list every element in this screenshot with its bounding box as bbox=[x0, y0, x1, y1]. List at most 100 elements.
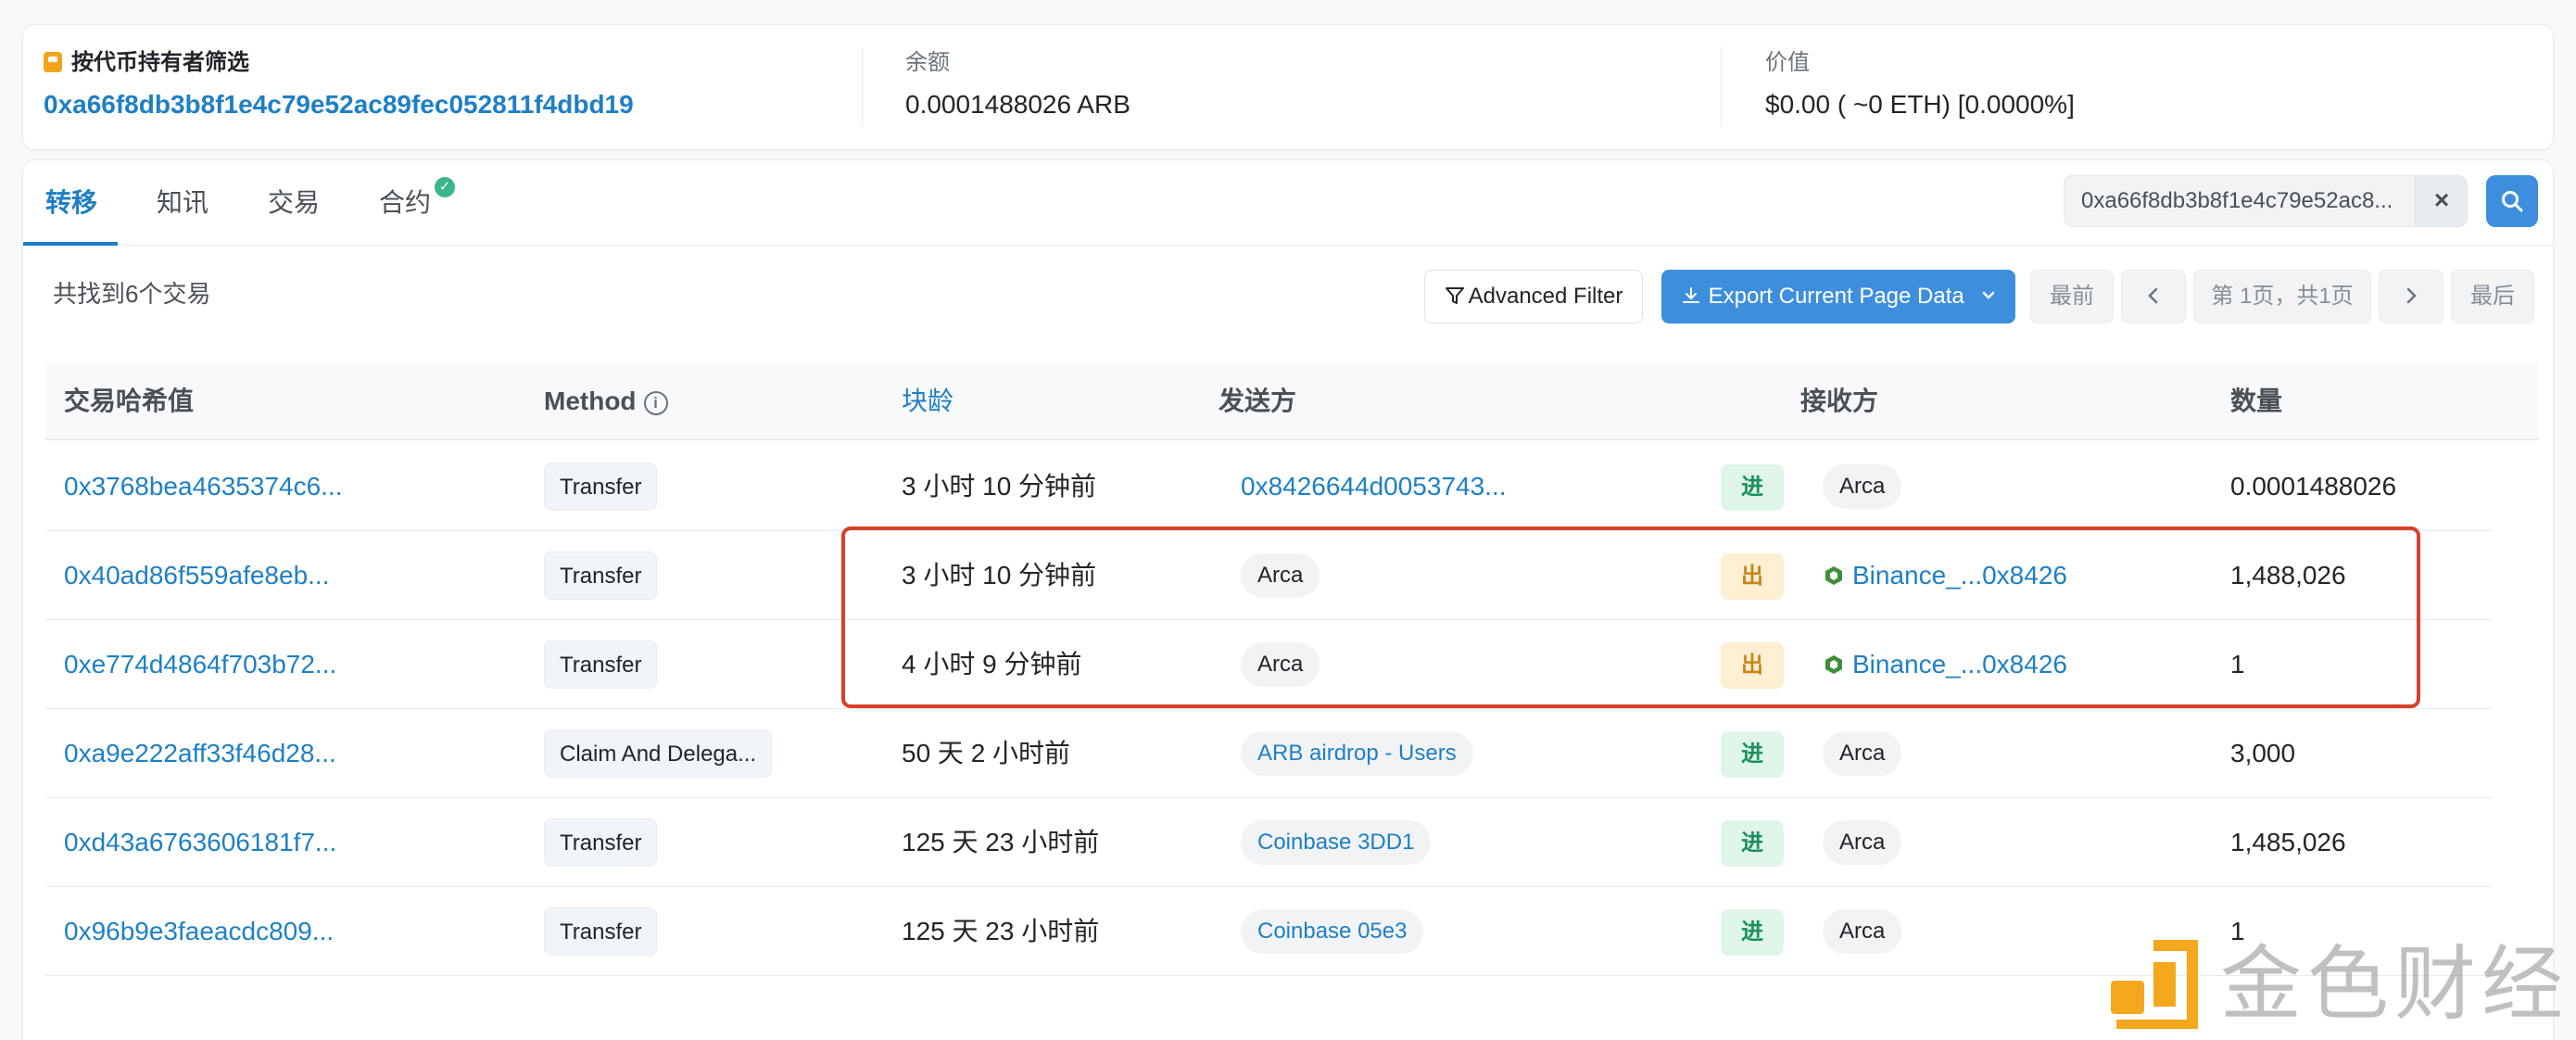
col-method: Method i bbox=[544, 385, 668, 418]
table-row: 0xe774d4864f703b72... Transfer 4 小时 9 分钟前 A… bbox=[45, 620, 2492, 709]
method-badge: Transfer bbox=[544, 463, 658, 511]
age-text: 125 天 23 小时前 bbox=[902, 917, 1100, 945]
method-badge: Transfer bbox=[544, 907, 658, 956]
jinse-logo-icon bbox=[2111, 940, 2198, 1029]
download-icon bbox=[1682, 287, 1699, 303]
tab-contract-label: 合约 bbox=[379, 188, 432, 217]
tx-hash-link[interactable]: 0xd43a6763606181f7... bbox=[64, 798, 336, 887]
wallet-icon bbox=[44, 52, 62, 72]
from-address-link[interactable]: ARB airdrop - Users bbox=[1241, 731, 1473, 776]
tab-transfers[interactable]: 转移 bbox=[45, 184, 97, 222]
table-row: 0x40ad86f559afe8eb... Transfer 3 小时 10 分钟前… bbox=[45, 531, 2492, 620]
results-count: 共找到6个交易 bbox=[53, 280, 211, 308]
clear-filter-button[interactable]: × bbox=[2416, 175, 2468, 227]
to-address-link[interactable]: Binance_...0x8426 bbox=[1823, 531, 2067, 620]
balance-section: 余额 0.0001488026 ARB bbox=[905, 49, 1130, 121]
method-badge: Claim And Delega... bbox=[544, 729, 773, 778]
balance-label: 余额 bbox=[905, 50, 950, 75]
holder-address-link[interactable]: 0xa66f8db3b8f1e4c79e52ac89fec052811f4dbd… bbox=[44, 88, 634, 121]
amount-text: 1 bbox=[2230, 650, 2245, 679]
active-tab-indicator bbox=[23, 242, 118, 246]
col-age[interactable]: 块龄 bbox=[902, 385, 953, 418]
summary-card: 按代币持有者筛选 0xa66f8db3b8f1e4c79e52ac89fec05… bbox=[22, 24, 2554, 150]
table-row: 0x3768bea4635374c6... Transfer 3 小时 10 分钟前… bbox=[45, 442, 2492, 531]
table-row: 0xd43a6763606181f7... Transfer 125 天 23 小时… bbox=[45, 798, 2492, 887]
tx-hash-link[interactable]: 0x3768bea4635374c6... bbox=[64, 442, 343, 531]
direction-badge: 出 bbox=[1721, 642, 1784, 689]
age-text: 3 小时 10 分钟前 bbox=[902, 472, 1097, 501]
info-icon[interactable]: i bbox=[643, 391, 668, 415]
verified-check-icon: ✓ bbox=[435, 177, 456, 197]
from-address-link[interactable]: Coinbase 3DD1 bbox=[1241, 820, 1432, 865]
col-amount: 数量 bbox=[2230, 387, 2283, 415]
from-address-tag[interactable]: Arca bbox=[1241, 642, 1320, 687]
to-address-tag[interactable]: Arca bbox=[1823, 731, 1902, 776]
balance-value: 0.0001488026 ARB bbox=[905, 90, 1130, 119]
amount-text: 3,000 bbox=[2230, 739, 2296, 767]
amount-text: 1,485,026 bbox=[2230, 828, 2346, 856]
to-address-tag[interactable]: Arca bbox=[1823, 909, 1902, 954]
transfers-card: 转移 知讯 交易 合约 ✓ 0xa66f8db3b8f1e4c79e52ac8.… bbox=[22, 159, 2554, 1040]
page-indicator: 第 1页，共1页 bbox=[2193, 270, 2371, 323]
to-address-link[interactable]: Binance_...0x8426 bbox=[1823, 620, 2067, 709]
from-address-tag[interactable]: Arca bbox=[1241, 553, 1320, 598]
amount-text: 1,488,026 bbox=[2230, 561, 2346, 590]
tx-hash-link[interactable]: 0xe774d4864f703b72... bbox=[64, 620, 336, 709]
table-row: 0xa9e222aff33f46d28... Claim And Delega..… bbox=[45, 709, 2492, 798]
tab-transactions[interactable]: 交易 bbox=[268, 184, 320, 222]
tab-contract[interactable]: 合约 ✓ bbox=[379, 177, 456, 222]
divider bbox=[862, 47, 863, 127]
search-icon bbox=[2502, 191, 2523, 212]
amount-text: 0.0001488026 bbox=[2230, 472, 2397, 501]
age-text: 125 天 23 小时前 bbox=[902, 828, 1100, 856]
holder-filter-label: 按代币持有者筛选 bbox=[71, 50, 249, 75]
table-header: 交易哈希值 Method i 块龄 发送方 接收方 数量 bbox=[45, 362, 2538, 440]
bnb-hexagon-icon bbox=[1825, 655, 1842, 674]
method-badge: Transfer bbox=[544, 818, 658, 867]
age-text: 4 小时 9 分钟前 bbox=[902, 650, 1082, 679]
value-value: $0.00 ( ~0 ETH) [0.0000%] bbox=[1765, 90, 2075, 119]
to-address-tag[interactable]: Arca bbox=[1823, 464, 1902, 509]
method-badge: Transfer bbox=[544, 640, 658, 689]
direction-badge: 进 bbox=[1721, 731, 1784, 778]
last-page-button[interactable]: 最后 bbox=[2451, 270, 2534, 323]
tx-hash-link[interactable]: 0x96b9e3faeacdc809... bbox=[64, 887, 334, 976]
watermark-text: 金色财经 bbox=[2220, 936, 2570, 1032]
bnb-hexagon-icon bbox=[1825, 566, 1842, 585]
chevron-left-icon bbox=[2148, 287, 2158, 304]
direction-badge: 进 bbox=[1721, 464, 1784, 511]
to-address-tag[interactable]: Arca bbox=[1823, 820, 1902, 865]
from-address-link[interactable]: 0x8426644d0053743... bbox=[1241, 442, 1507, 531]
value-section: 价值 $0.00 ( ~0 ETH) [0.0000%] bbox=[1765, 49, 2075, 121]
col-from: 发送方 bbox=[1219, 387, 1297, 415]
filter-icon bbox=[1445, 287, 1464, 304]
age-text: 50 天 2 小时前 bbox=[902, 739, 1071, 767]
export-button[interactable]: Export Current Page Data bbox=[1661, 270, 2015, 323]
from-address-link[interactable]: Coinbase 05e3 bbox=[1241, 909, 1424, 954]
advanced-filter-button[interactable]: Advanced Filter bbox=[1424, 270, 1643, 323]
address-filter-input[interactable]: 0xa66f8db3b8f1e4c79e52ac8... bbox=[2064, 175, 2416, 227]
first-page-button[interactable]: 最前 bbox=[2030, 270, 2114, 323]
col-to: 接收方 bbox=[1800, 387, 1879, 415]
tab-bar: 转移 知讯 交易 合约 ✓ 0xa66f8db3b8f1e4c79e52ac8.… bbox=[23, 160, 2553, 246]
value-label: 价值 bbox=[1765, 50, 1810, 75]
chevron-right-icon bbox=[2406, 287, 2417, 304]
chevron-down-icon bbox=[1983, 291, 1995, 299]
divider bbox=[1721, 47, 1722, 127]
direction-badge: 进 bbox=[1721, 909, 1784, 956]
direction-badge: 出 bbox=[1721, 553, 1784, 600]
search-button[interactable] bbox=[2486, 175, 2538, 227]
tab-info[interactable]: 知讯 bbox=[157, 184, 208, 222]
direction-badge: 进 bbox=[1721, 820, 1784, 867]
tx-hash-link[interactable]: 0xa9e222aff33f46d28... bbox=[64, 709, 336, 798]
col-tx-hash: 交易哈希值 bbox=[64, 387, 195, 415]
holder-filter: 按代币持有者筛选 0xa66f8db3b8f1e4c79e52ac89fec05… bbox=[44, 49, 634, 121]
prev-page-button[interactable] bbox=[2121, 270, 2186, 323]
method-badge: Transfer bbox=[544, 552, 658, 600]
advanced-filter-label: Advanced Filter bbox=[1468, 284, 1623, 309]
age-text: 3 小时 10 分钟前 bbox=[902, 561, 1097, 590]
watermark: 金色财经 bbox=[2109, 934, 2563, 1036]
tx-hash-link[interactable]: 0x40ad86f559afe8eb... bbox=[64, 531, 329, 620]
export-label: Export Current Page Data bbox=[1708, 284, 1964, 309]
next-page-button[interactable] bbox=[2379, 270, 2443, 323]
